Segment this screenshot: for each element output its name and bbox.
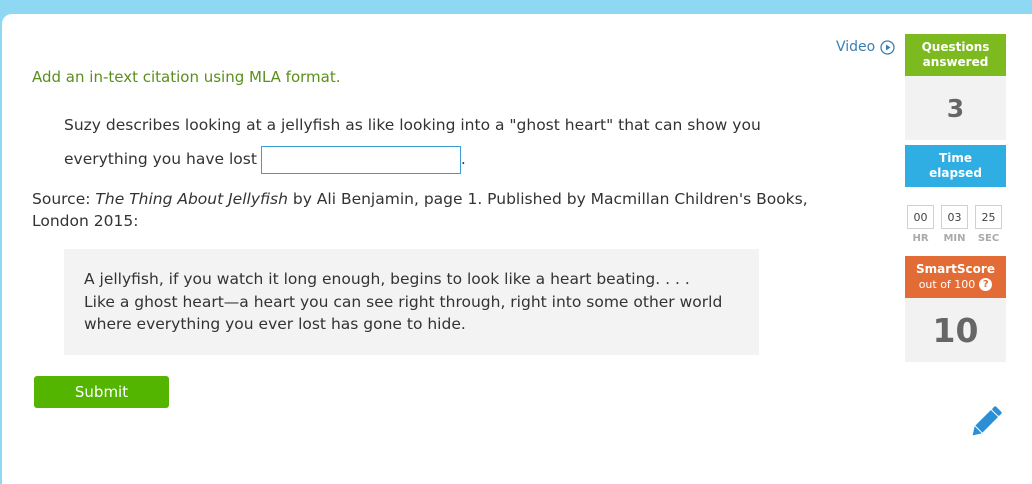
video-link[interactable]: Video — [836, 39, 895, 55]
smartscore-subtitle: out of 100 ? — [905, 277, 1006, 292]
time-elapsed-header: Time elapsed — [905, 145, 1006, 187]
quote-text: A jellyfish, if you watch it long enough… — [84, 270, 723, 333]
source-line: Source: The Thing About Jellyfish by Ali… — [32, 188, 812, 232]
questions-answered-header: Questions answered — [905, 34, 1006, 76]
timer-minutes: 03 — [941, 205, 968, 229]
timer-seconds: 25 — [975, 205, 1002, 229]
timer-hours-label: HR — [912, 233, 929, 244]
pencil-icon[interactable] — [966, 402, 1006, 442]
video-label: Video — [836, 39, 876, 55]
time-elapsed-label: Time elapsed — [929, 151, 982, 180]
smartscore-value: 10 — [905, 298, 1006, 362]
question-prompt: Add an in-text citation using MLA format… — [32, 68, 341, 86]
help-icon[interactable]: ? — [979, 278, 993, 291]
book-title: The Thing About Jellyfish — [95, 190, 288, 208]
timer: 00 03 25 HR MIN SEC — [905, 205, 1006, 247]
source-label: Source: — [32, 190, 91, 208]
timer-hours: 00 — [907, 205, 934, 229]
questions-answered-label: Questions answered — [921, 40, 990, 69]
question-body: Suzy describes looking at a jellyfish as… — [64, 108, 804, 176]
questions-answered-count: 3 — [905, 76, 1006, 140]
smartscore-label: SmartScore — [916, 262, 995, 276]
quote-box: A jellyfish, if you watch it long enough… — [64, 249, 759, 355]
timer-seconds-label: SEC — [977, 233, 1000, 244]
submit-button[interactable]: Submit — [34, 376, 169, 408]
play-circle-icon — [880, 39, 895, 55]
question-period: . — [460, 150, 466, 168]
smartscore-header: SmartScore out of 100 ? — [905, 256, 1006, 298]
timer-minutes-label: MIN — [943, 233, 966, 244]
smartscore-sub-label: out of 100 — [918, 278, 976, 291]
citation-input[interactable] — [260, 145, 461, 174]
